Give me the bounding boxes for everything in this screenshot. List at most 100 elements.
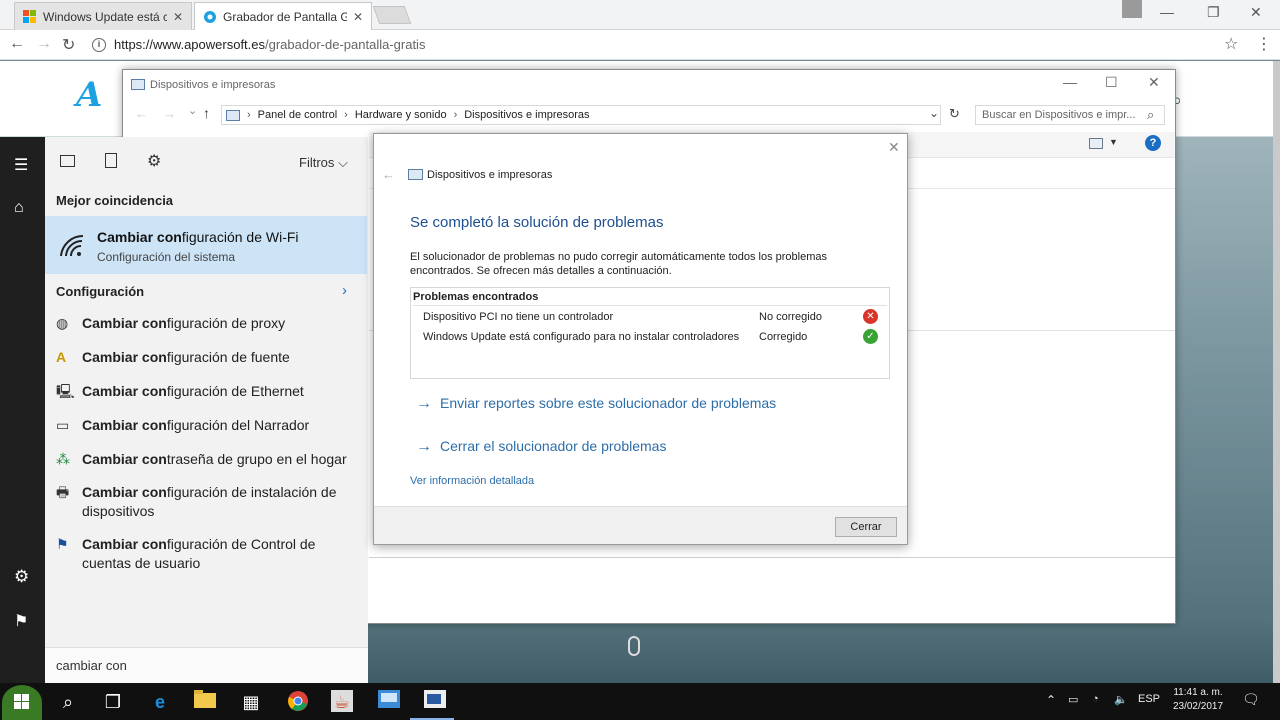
troubleshooter-dialog: ✕ ← Dispositivos e impresoras Se complet… xyxy=(373,133,908,545)
chevron-right-icon[interactable]: › xyxy=(342,282,347,299)
forward-arrow-icon[interactable]: → xyxy=(36,35,52,53)
language-indicator[interactable]: ESP xyxy=(1138,693,1160,705)
tab-label: Windows Update está co xyxy=(43,9,167,24)
match-bold: Cambiar con xyxy=(82,451,167,467)
result-ethernet[interactable]: 🖳 Cambiar configuración de Ethernet xyxy=(45,382,367,401)
uac-flag-icon: ⚑ xyxy=(56,536,69,552)
settings-gear-icon[interactable]: ⚙ xyxy=(14,567,29,587)
result-narrator[interactable]: ▭ Cambiar configuración del Narrador xyxy=(45,416,367,435)
match-rest: figuración de Ethernet xyxy=(166,383,304,399)
match-bold: Cambiar con xyxy=(82,417,167,433)
tab-close-icon[interactable]: ✕ xyxy=(173,10,183,24)
minimize-icon[interactable]: — xyxy=(1160,4,1174,20)
tab-label: Grabador de Pantalla Gra xyxy=(223,9,347,24)
result-device-install[interactable]: 🖶 Cambiar configuración de instalación d… xyxy=(45,483,345,521)
result-uac[interactable]: ⚑ Cambiar configuración de Control de cu… xyxy=(45,535,345,573)
apowersoft-favicon-icon xyxy=(203,10,217,24)
user-profile-icon[interactable] xyxy=(1122,0,1142,18)
chevron-up-icon[interactable]: ⌃ xyxy=(1046,693,1056,707)
url-host: https://www.apowersoft.es xyxy=(114,37,266,52)
volume-icon[interactable]: 🔈 xyxy=(1114,693,1128,706)
best-match-wifi[interactable]: Cambiar configuración de Wi-Fi Configura… xyxy=(45,216,367,274)
clock-time: 11:41 a. m. xyxy=(1173,687,1223,698)
wifi-tray-icon[interactable]: ◔ xyxy=(1092,693,1099,705)
close-troubleshooter-link[interactable]: → Cerrar el solucionador de problemas xyxy=(416,438,666,456)
problem-name: Windows Update está configurado para no … xyxy=(423,331,740,343)
success-check-icon: ✓ xyxy=(863,329,878,344)
settings-scope-icon[interactable]: ⚙ xyxy=(147,151,161,171)
feedback-icon[interactable]: ⚑ xyxy=(14,611,28,631)
best-match-title: Cambiar configuración de Wi-Fi xyxy=(97,229,299,245)
explorer-forward-icon[interactable]: → xyxy=(163,106,176,121)
devices-printers-app-icon[interactable] xyxy=(423,690,447,714)
chevron-down-icon: ⌵ xyxy=(338,155,348,170)
new-tab-button[interactable] xyxy=(372,6,412,24)
address-bar[interactable]: i https://www.apowersoft.es/grabador-de-… xyxy=(88,34,1248,55)
maximize-icon[interactable]: ❐ xyxy=(1207,4,1220,21)
bookmark-star-icon[interactable]: ☆ xyxy=(1224,34,1238,54)
browser-tab-grabador[interactable]: Grabador de Pantalla Gra ✕ xyxy=(194,2,372,30)
filters-dropdown[interactable]: Filtros ⌵ xyxy=(299,155,348,171)
home-icon[interactable]: ⌂ xyxy=(14,199,24,217)
dialog-footer: Cerrar xyxy=(374,506,907,544)
explorer-search-input[interactable]: Buscar en Dispositivos e impr... xyxy=(975,105,1165,125)
battery-icon[interactable]: ▭ xyxy=(1068,693,1078,706)
result-font[interactable]: A Cambiar configuración de fuente xyxy=(45,348,367,367)
info-icon[interactable]: i xyxy=(92,37,106,52)
details-link[interactable]: Ver información detallada xyxy=(410,475,534,487)
settings-heading: Configuración xyxy=(56,284,145,299)
edge-icon[interactable]: e xyxy=(148,690,172,714)
breadcrumb-devices-printers[interactable]: Dispositivos e impresoras xyxy=(464,109,589,121)
breadcrumb-control-panel[interactable]: Panel de control xyxy=(258,109,338,121)
task-view-icon[interactable]: ❐ xyxy=(101,690,125,714)
explorer-recent-icon[interactable]: ⌄ xyxy=(188,104,197,117)
windows-logo-icon xyxy=(23,9,37,24)
clock[interactable]: 11:41 a. m. 23/02/2017 xyxy=(1166,686,1230,714)
reload-icon[interactable]: ↻ xyxy=(62,35,75,55)
store-icon[interactable]: ▦ xyxy=(239,690,263,714)
breadcrumb-dropdown-icon[interactable]: ⌄ xyxy=(929,106,939,120)
view-dropdown-icon[interactable]: ▼ xyxy=(1109,137,1118,147)
documents-scope-icon[interactable] xyxy=(105,153,117,168)
device-install-icon: 🖶 xyxy=(56,484,70,500)
back-arrow-icon[interactable]: ← xyxy=(9,35,25,53)
url-path: /grabador-de-pantalla-gratis xyxy=(265,37,426,52)
problem-status: Corregido xyxy=(759,331,808,343)
explorer-back-icon[interactable]: ← xyxy=(135,106,148,121)
close-button[interactable]: Cerrar xyxy=(835,517,897,537)
browser-tab-windows-update[interactable]: Windows Update está co ✕ xyxy=(14,2,192,30)
notifications-icon[interactable]: 🗨 xyxy=(1242,691,1260,708)
result-homegroup[interactable]: ⁂ Cambiar contraseña de grupo en el hoga… xyxy=(45,450,367,469)
font-icon: A xyxy=(56,349,67,365)
close-window-icon[interactable]: ✕ xyxy=(1250,4,1262,21)
explorer-maximize-icon[interactable]: ☐ xyxy=(1105,74,1118,91)
explorer-close-icon[interactable]: ✕ xyxy=(1148,74,1160,91)
best-match-heading: Mejor coincidencia xyxy=(56,193,174,208)
file-explorer-icon[interactable] xyxy=(193,690,217,714)
explorer-up-icon[interactable]: ↑ xyxy=(203,105,210,121)
apps-scope-icon[interactable] xyxy=(60,155,75,167)
hamburger-menu-icon[interactable]: ☰ xyxy=(14,155,28,175)
search-results-panel: ⚙ Filtros ⌵ Mejor coincidencia Cambiar c… xyxy=(45,137,368,683)
clock-date: 23/02/2017 xyxy=(1172,701,1224,712)
chrome-menu-icon[interactable]: ⋮ xyxy=(1256,34,1272,54)
help-icon[interactable]: ? xyxy=(1145,135,1161,151)
dialog-close-icon[interactable]: ✕ xyxy=(888,139,900,156)
dialog-back-icon[interactable]: ← xyxy=(382,167,395,182)
search-scope-bar: ⚙ Filtros ⌵ xyxy=(45,137,368,187)
java-icon[interactable]: ☕ xyxy=(331,690,353,712)
control-panel-app-icon[interactable] xyxy=(377,690,401,714)
page-scrollbar[interactable] xyxy=(1273,61,1280,683)
explorer-refresh-icon[interactable]: ↻ xyxy=(949,106,960,122)
send-reports-link[interactable]: → Enviar reportes sobre este solucionador… xyxy=(416,395,776,413)
breadcrumb-hardware-sound[interactable]: Hardware y sonido xyxy=(355,109,447,121)
search-input[interactable]: cambiar con xyxy=(45,647,368,683)
breadcrumb[interactable]: › Panel de control › Hardware y sonido ›… xyxy=(221,105,941,125)
explorer-minimize-icon[interactable]: — xyxy=(1063,74,1077,90)
search-icon[interactable]: ⌕ xyxy=(56,690,80,714)
start-rail: ☰ ⌂ ⚙ ⚑ xyxy=(0,137,45,683)
view-options-icon[interactable] xyxy=(1089,138,1103,149)
result-proxy[interactable]: ◍ Cambiar configuración de proxy xyxy=(45,314,367,333)
chrome-icon[interactable] xyxy=(286,690,310,714)
tab-close-icon[interactable]: ✕ xyxy=(353,10,363,24)
